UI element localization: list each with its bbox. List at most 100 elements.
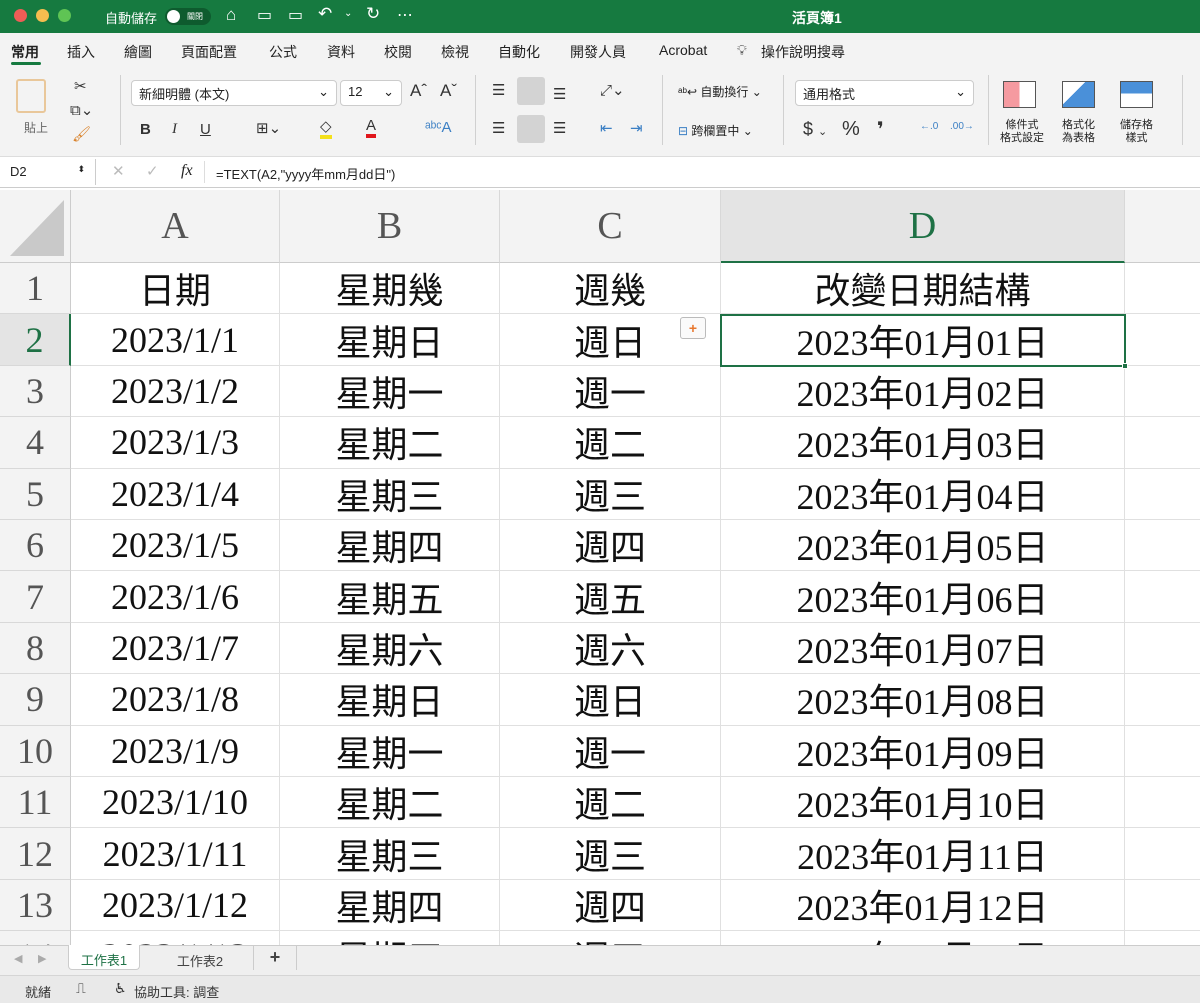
format-painter-icon[interactable]: 🖌︎ <box>72 125 91 143</box>
cell-B1[interactable]: 星期幾 <box>280 263 500 315</box>
cell-D1[interactable]: 改變日期結構 <box>721 263 1125 315</box>
undo-dropdown-icon[interactable]: ⌄ <box>344 8 352 19</box>
fill-color-icon[interactable]: ◇ <box>320 117 332 139</box>
row-header-13[interactable]: 13 <box>0 879 71 932</box>
row-header-8[interactable]: 8 <box>0 622 71 675</box>
cell-A4[interactable]: 2023/1/3 <box>71 417 280 469</box>
currency-button[interactable]: $ ⌄ <box>803 119 827 140</box>
align-top-icon[interactable]: ☰ <box>492 81 505 99</box>
row-header-10[interactable]: 10 <box>0 725 71 777</box>
tab-automate[interactable]: 自動化 <box>498 42 540 62</box>
cell-A12[interactable]: 2023/1/11 <box>71 828 280 880</box>
enter-icon[interactable]: ✓ <box>146 162 159 180</box>
row-header-1[interactable]: 1 <box>0 263 71 315</box>
tell-me-search[interactable]: 操作說明搜尋 <box>761 42 845 62</box>
cell-C12[interactable]: 週三 <box>500 828 721 880</box>
cell-E6[interactable] <box>1125 520 1200 572</box>
next-sheet-icon[interactable]: ▶ <box>38 952 46 965</box>
redo-icon[interactable]: ↻ <box>366 4 380 24</box>
tab-developer[interactable]: 開發人員 <box>570 42 626 62</box>
accessibility-icon[interactable]: ♿︎ <box>114 980 127 997</box>
row-header-2[interactable]: 2 <box>0 314 71 366</box>
column-header-B[interactable]: B <box>280 190 500 263</box>
cut-icon[interactable]: ✂ <box>74 77 87 95</box>
format-as-table-icon[interactable] <box>1062 81 1095 108</box>
borders-icon[interactable]: ⊞⌄ <box>256 119 281 137</box>
bold-button[interactable]: B <box>140 121 151 138</box>
percent-button[interactable]: % <box>842 118 860 141</box>
sheet-tab-2[interactable]: 工作表2 <box>160 951 240 970</box>
cell-C11[interactable]: 週二 <box>500 777 721 829</box>
paste-icon[interactable] <box>16 79 46 113</box>
cell-C1[interactable]: 週幾 <box>500 263 721 315</box>
cell-A11[interactable]: 2023/1/10 <box>71 777 280 829</box>
cell-A3[interactable]: 2023/1/2 <box>71 365 280 418</box>
decrease-indent-icon[interactable]: ⇤ <box>600 119 613 137</box>
cell-B3[interactable]: 星期一 <box>280 365 500 418</box>
format-as-table-button[interactable]: 格式化 為表格 <box>1062 119 1095 145</box>
cell-C4[interactable]: 週二 <box>500 417 721 469</box>
cell-D13[interactable]: 2023年01月12日 <box>721 879 1125 932</box>
comma-button[interactable]: ❜ <box>877 117 884 142</box>
cell-B13[interactable]: 星期四 <box>280 879 500 932</box>
row-header-6[interactable]: 6 <box>0 520 71 572</box>
save-icon[interactable]: ▭ <box>257 5 272 25</box>
conditional-format-icon[interactable] <box>1003 81 1036 108</box>
cell-D8[interactable]: 2023年01月07日 <box>721 622 1125 675</box>
cell-E4[interactable] <box>1125 417 1200 469</box>
row-header-12[interactable]: 12 <box>0 828 71 880</box>
cell-B12[interactable]: 星期三 <box>280 828 500 880</box>
cell-E2[interactable] <box>1125 314 1200 366</box>
tab-acrobat[interactable]: Acrobat <box>659 42 707 58</box>
number-format-select[interactable]: 通用格式 ⌄ <box>795 80 974 106</box>
cancel-icon[interactable]: ✕ <box>112 162 125 180</box>
copy-icon[interactable]: ⧉⌄ <box>70 101 93 119</box>
cell-E14[interactable] <box>1125 931 1200 945</box>
row-header-14[interactable]: 14 <box>0 931 71 945</box>
undo-icon[interactable]: ↶ <box>318 4 332 24</box>
cell-B4[interactable]: 星期二 <box>280 417 500 469</box>
cell-E5[interactable] <box>1125 469 1200 520</box>
row-header-7[interactable]: 7 <box>0 571 71 623</box>
column-header-A[interactable]: A <box>71 190 280 263</box>
column-header-D[interactable]: D <box>721 190 1125 263</box>
increase-indent-icon[interactable]: ⇥ <box>630 119 643 137</box>
cell-C7[interactable]: 週五 <box>500 571 721 623</box>
merge-center-button[interactable]: ⊟ 跨欄置中 ⌄ <box>678 122 753 139</box>
conditional-format-button[interactable]: 條件式 格式設定 <box>1000 119 1044 145</box>
cell-C13[interactable]: 週四 <box>500 879 721 932</box>
name-box[interactable]: D2 ⬍ <box>0 159 96 185</box>
column-header-C[interactable]: C <box>500 190 721 263</box>
tab-review[interactable]: 校閱 <box>384 42 412 62</box>
add-sheet-button[interactable]: + <box>253 946 297 970</box>
cell-D3[interactable]: 2023年01月02日 <box>721 365 1125 418</box>
cell-styles-icon[interactable] <box>1120 81 1153 108</box>
cell-A1[interactable]: 日期 <box>71 263 280 315</box>
align-bottom-icon[interactable]: ☰ <box>553 85 566 103</box>
cell-C9[interactable]: 週日 <box>500 674 721 726</box>
cell-C3[interactable]: 週一 <box>500 365 721 418</box>
cell-styles-button[interactable]: 儲存格 樣式 <box>1120 119 1153 145</box>
cell-A6[interactable]: 2023/1/5 <box>71 520 280 572</box>
font-size-select[interactable]: 12 ⌄ <box>340 80 402 106</box>
accessibility-status[interactable]: 協助工具: 調查 <box>134 982 219 1001</box>
cell-D4[interactable]: 2023年01月03日 <box>721 417 1125 469</box>
increase-font-icon[interactable]: Aˆ <box>410 81 427 101</box>
column-header-E[interactable] <box>1125 190 1200 263</box>
cell-D14[interactable]: 2023年01月13日 <box>721 931 1125 945</box>
insert-function-icon[interactable]: fx <box>181 162 193 180</box>
more-icon[interactable]: ⋯ <box>397 5 413 25</box>
row-header-5[interactable]: 5 <box>0 468 71 520</box>
cell-A9[interactable]: 2023/1/8 <box>71 674 280 726</box>
paste-options-icon[interactable]: + <box>680 317 706 339</box>
cell-D7[interactable]: 2023年01月06日 <box>721 571 1125 623</box>
row-header-9[interactable]: 9 <box>0 674 71 726</box>
row-header-11[interactable]: 11 <box>0 777 71 829</box>
cell-B2[interactable]: 星期日 <box>280 314 500 366</box>
phonetic-icon[interactable]: ᵃᵇᶜA <box>425 119 452 136</box>
row-header-4[interactable]: 4 <box>0 417 71 469</box>
align-right-icon[interactable]: ☰ <box>553 119 566 137</box>
row-header-3[interactable]: 3 <box>0 365 71 418</box>
tab-draw[interactable]: 繪圖 <box>124 42 152 62</box>
orientation-icon[interactable]: ⤢⌄ <box>600 81 625 99</box>
